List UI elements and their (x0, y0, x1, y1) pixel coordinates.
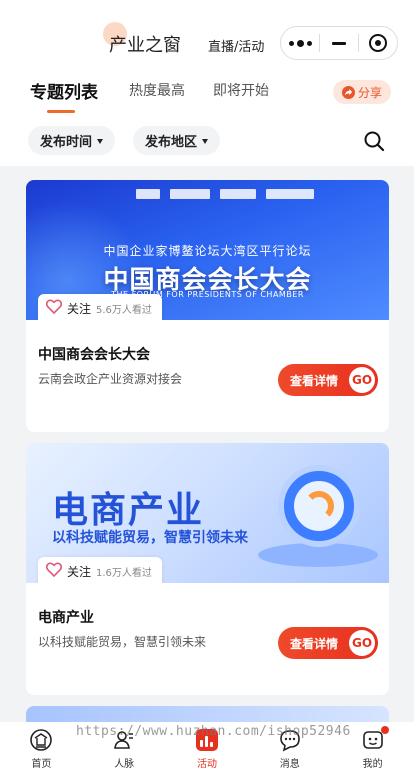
top-bar: 产业之窗 直播/活动 (0, 0, 414, 64)
follow-tag[interactable]: 关注 1.6万人看过 (38, 557, 162, 583)
bottom-tab-bar: 首页 人脉 活动 消息 我的 (0, 722, 414, 780)
card-title: 中国商会会长大会 (38, 347, 150, 363)
tab-topic-list[interactable]: 专题列表 (30, 78, 98, 103)
topic-card[interactable]: 中国企业家博鳌论坛大湾区平行论坛 中国商会会长大会 THE FORUM FOR … (26, 180, 389, 432)
tabbar-label: 消息 (279, 759, 300, 770)
heart-icon (45, 562, 63, 581)
mini-program-capsule (280, 26, 398, 60)
view-details-label: 查看详情 (290, 373, 339, 388)
card-body: 电商产业 以科技赋能贸易，智慧引领未来 查看详情 GO (26, 583, 389, 695)
home-icon (29, 728, 53, 752)
close-button[interactable] (359, 27, 397, 59)
banner-platform (258, 543, 378, 567)
banner-ring-accent (304, 491, 334, 521)
card-description: 云南会政企产业资源对接会 (38, 372, 183, 386)
sponsor-logos (136, 186, 326, 202)
tabbar-label: 人脉 (114, 759, 135, 770)
minimize-button[interactable] (320, 27, 358, 59)
filter-publish-time[interactable]: 发布时间 (28, 126, 116, 155)
more-button[interactable] (281, 27, 319, 59)
follow-tag[interactable]: 关注 5.6万人看过 (38, 294, 162, 320)
topic-card[interactable]: 电商产业 以科技赋能贸易，智慧引领未来 关注 1.6万人看过 电商产业 以科技赋… (26, 443, 389, 695)
live-activity-link[interactable]: 直播/活动 (208, 36, 264, 55)
share-icon (341, 85, 355, 99)
target-icon (369, 34, 387, 52)
tabbar-label: 活动 (196, 759, 217, 770)
tabbar-item-contacts[interactable]: 人脉 (83, 722, 166, 780)
view-details-button[interactable]: 查看详情 GO (278, 364, 378, 396)
card-title: 电商产业 (38, 610, 94, 626)
activity-icon (195, 728, 219, 752)
tabbar-item-activity[interactable]: 活动 (166, 722, 249, 780)
message-icon (278, 728, 302, 752)
search-icon[interactable] (362, 129, 386, 153)
follow-label: 关注 (67, 564, 92, 579)
view-details-label: 查看详情 (290, 636, 339, 651)
filter-bar: 发布时间 发布地区 (0, 116, 414, 166)
tab-hottest[interactable]: 热度最高 (129, 80, 185, 100)
caret-down-icon (202, 138, 209, 144)
share-button[interactable]: 分享 (333, 80, 391, 104)
card-description: 以科技赋能贸易，智慧引领未来 (38, 635, 207, 649)
topic-tabs: 专题列表 热度最高 即将开始 分享 (0, 64, 414, 116)
go-badge: GO (349, 367, 375, 393)
view-details-button[interactable]: 查看详情 GO (278, 627, 378, 659)
card-banner[interactable]: 电商产业 以科技赋能贸易，智慧引领未来 关注 1.6万人看过 (26, 443, 389, 583)
tabbar-label: 首页 (31, 759, 52, 770)
card-banner[interactable]: 中国企业家博鳌论坛大湾区平行论坛 中国商会会长大会 THE FORUM FOR … (26, 180, 389, 320)
page-title: 产业之窗 (109, 35, 181, 56)
tabbar-label: 我的 (362, 759, 383, 770)
tab-active-indicator (47, 110, 75, 113)
filter-label: 发布地区 (145, 135, 198, 150)
filter-label: 发布时间 (40, 135, 93, 150)
viewer-count: 1.6万人看过 (96, 567, 152, 579)
notification-badge (381, 726, 390, 734)
tabbar-item-home[interactable]: 首页 (0, 722, 83, 780)
go-badge: GO (349, 630, 375, 656)
contacts-icon (112, 728, 136, 752)
heart-icon (45, 299, 63, 318)
tab-upcoming[interactable]: 即将开始 (213, 80, 269, 100)
tabbar-item-profile[interactable]: 我的 (331, 722, 414, 780)
follow-label: 关注 (67, 301, 92, 316)
filter-publish-region[interactable]: 发布地区 (133, 126, 221, 155)
caret-down-icon (97, 138, 104, 144)
card-body: 中国商会会长大会 云南会政企产业资源对接会 查看详情 GO (26, 320, 389, 432)
minus-icon (332, 41, 346, 45)
more-dots-icon (288, 39, 312, 47)
tabbar-item-messages[interactable]: 消息 (248, 722, 331, 780)
banner-subtitle: 以科技赋能贸易，智慧引领未来 (52, 530, 248, 546)
banner-headline: 电商产业 (52, 490, 205, 531)
banner-subtitle: 中国企业家博鳌论坛大湾区平行论坛 (103, 244, 312, 258)
viewer-count: 5.6万人看过 (96, 304, 152, 316)
share-label: 分享 (357, 85, 382, 100)
